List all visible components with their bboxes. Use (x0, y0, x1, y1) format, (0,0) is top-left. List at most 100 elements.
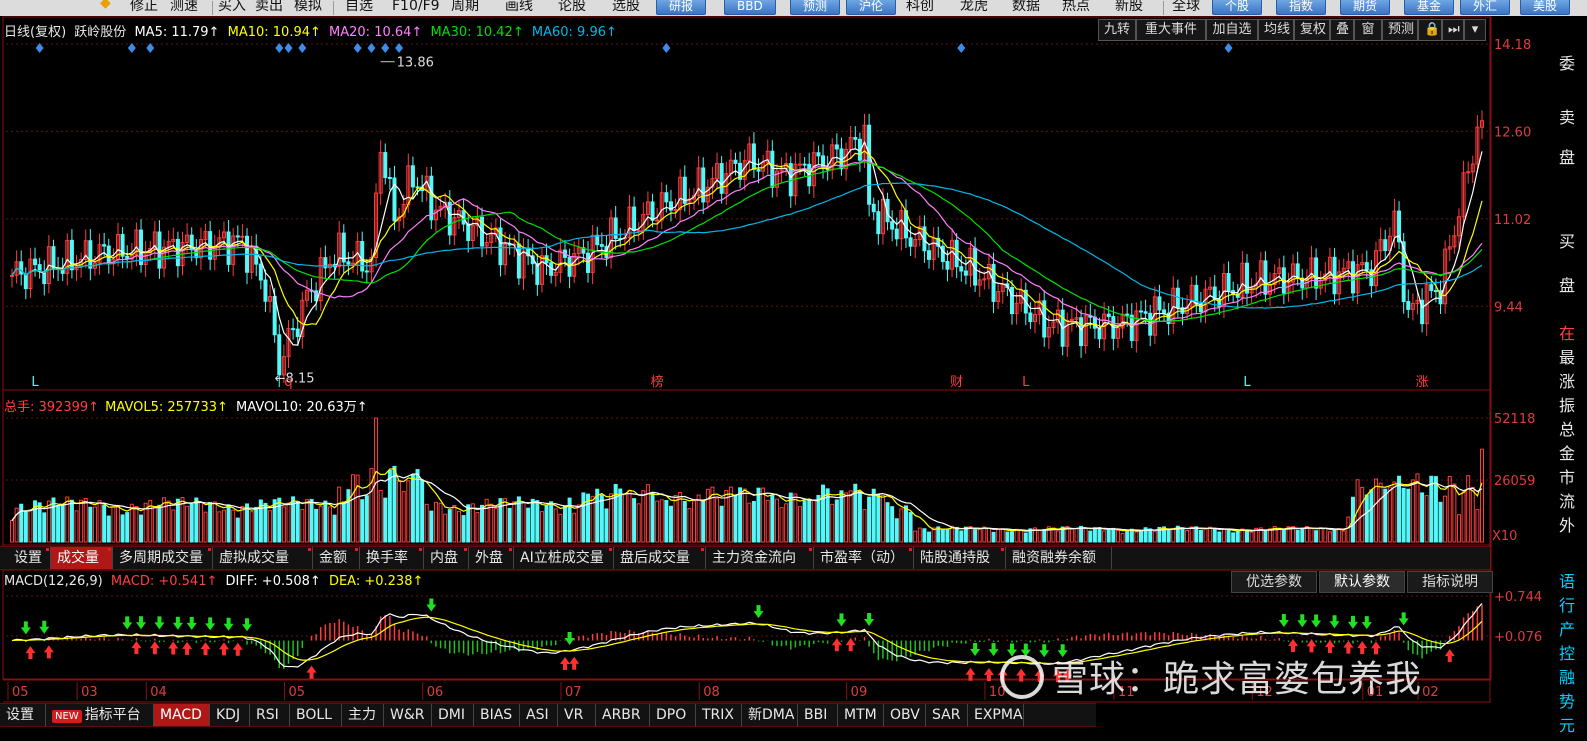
bottom-tab-16[interactable]: BBI (798, 704, 838, 726)
toolbar-item-11[interactable]: 全球 (1172, 0, 1200, 16)
chart-tool-button-5[interactable]: 叠 (1330, 19, 1354, 41)
indicator-tab-0[interactable]: 设置 (8, 547, 51, 569)
toolbar-item-extra-0[interactable]: 科创 (906, 0, 934, 16)
toolbar-blue-button-4[interactable]: 个股 (1212, 0, 1263, 15)
toolbar-item-9[interactable]: 论股 (558, 0, 586, 16)
bottom-tab-12[interactable]: ARBR (596, 704, 650, 726)
bottom-tab-3[interactable]: KDJ (210, 704, 250, 726)
bottom-tab-6[interactable]: 主力 (342, 704, 384, 726)
indicator-tab-9[interactable]: 盘后成交量 (614, 547, 706, 569)
bottom-tab-0[interactable]: 设置 (0, 704, 46, 726)
volume-bar (839, 490, 844, 543)
indicator-tab-label: 外盘 (475, 550, 503, 566)
toolbar-blue-button-1[interactable]: BBD (724, 0, 776, 15)
toolbar-item-2[interactable]: 买入 (218, 0, 246, 16)
new-badge: NEW (52, 710, 82, 723)
bottom-tab-9[interactable]: BIAS (474, 704, 520, 726)
param-button-1[interactable]: 默认参数 (1319, 571, 1405, 593)
volume-bar (51, 497, 56, 543)
indicator-tab-5[interactable]: 换手率 (360, 547, 424, 569)
toolbar-item-extra-2[interactable]: 数据 (1012, 0, 1040, 16)
indicator-tab-4[interactable]: 金额 (313, 547, 360, 569)
chart-tool-button-10[interactable]: ▾ (1464, 19, 1486, 41)
volume-bar (876, 494, 881, 543)
chart-tool-button-7[interactable]: 预测 (1382, 19, 1418, 41)
chart-tool-button-0[interactable]: 九转 (1098, 19, 1136, 41)
indicator-tab-2[interactable]: 多周期成交量 (113, 547, 213, 569)
volume-header: 总手: 392399↑ MAVOL5: 257733↑ MAVOL10: 20.… (4, 396, 368, 415)
toolbar-item-3[interactable]: 卖出 (255, 0, 283, 16)
toolbar-item-4[interactable]: 模拟 (294, 0, 322, 16)
indicator-tab-12[interactable]: 陆股通持股 (914, 547, 1006, 569)
param-button-2[interactable]: 指标说明 (1407, 571, 1493, 593)
mavol10-value: MAVOL10: 20.63万↑ (236, 400, 368, 415)
bottom-tab-1[interactable]: NEW 指标平台 (46, 704, 154, 726)
candle-body (1429, 284, 1434, 292)
chart-tool-button-8[interactable]: 🔒 (1418, 19, 1442, 41)
volume-bar (1180, 527, 1185, 543)
toolbar-item-extra-1[interactable]: 龙虎 (960, 0, 988, 16)
volume-bar (203, 511, 208, 543)
bottom-tab-5[interactable]: BOLL (290, 704, 342, 726)
toolbar-blue-button-6[interactable]: 期货 (1340, 0, 1391, 15)
volume-bar (1023, 532, 1028, 543)
indicator-tab-10[interactable]: 主力资金流向 (706, 547, 814, 569)
indicator-tab-label: 市盈率（动） (820, 550, 904, 566)
chart-tool-button-1[interactable]: 重大事件 (1136, 19, 1206, 41)
volume-bar (830, 503, 835, 543)
indicator-tab-3[interactable]: 虚拟成交量 (213, 547, 313, 569)
toolbar-item-1[interactable]: 测速 (170, 0, 198, 16)
bottom-tab-2[interactable]: MACD (154, 704, 210, 726)
toolbar-item-extra-4[interactable]: 新股 (1115, 0, 1143, 16)
bottom-tab-7[interactable]: W&R (384, 704, 432, 726)
indicator-tab-7[interactable]: 外盘 (469, 547, 514, 569)
indicator-tab-11[interactable]: 市盈率（动） (814, 547, 914, 569)
bottom-tab-10[interactable]: ASI (520, 704, 558, 726)
bottom-tab-20[interactable]: EXPMA (968, 704, 1024, 726)
indicator-tab-6[interactable]: 内盘 (424, 547, 469, 569)
toolbar-item-10[interactable]: 选股 (612, 0, 640, 16)
volume-bar (406, 480, 411, 543)
bottom-tab-14[interactable]: TRIX (696, 704, 742, 726)
month-label-2: 04 (150, 685, 167, 700)
toolbar-item-7[interactable]: 周期 (451, 0, 479, 16)
volume-bar (1323, 527, 1328, 543)
volume-bar (1401, 487, 1406, 543)
toolbar-item-0[interactable]: 修正 (130, 0, 158, 16)
chart-tool-button-3[interactable]: 均线 (1258, 19, 1294, 41)
bottom-tab-4[interactable]: RSI (250, 704, 290, 726)
chart-tool-button-4[interactable]: 复权 (1294, 19, 1330, 41)
volume-bar (549, 501, 554, 543)
indicator-tab-13[interactable]: 融资融券余额 (1006, 547, 1112, 569)
indicator-tab-1[interactable]: 成交量 (51, 547, 113, 569)
toolbar-item-8[interactable]: 画线 (505, 0, 533, 16)
volume-bar (986, 528, 991, 543)
toolbar-blue-button-2[interactable]: 预测 (790, 0, 841, 15)
bottom-tab-11[interactable]: VR (558, 704, 596, 726)
event-diamond-icon (127, 43, 136, 53)
bottom-tab-8[interactable]: DMI (432, 704, 474, 726)
chart-tool-button-6[interactable]: 窗 (1354, 19, 1382, 41)
toolbar-blue-button-3[interactable]: 沪伦 (846, 0, 897, 15)
toolbar-blue-button-7[interactable]: 基金 (1404, 0, 1455, 15)
toolbar-item-extra-3[interactable]: 热点 (1062, 0, 1090, 16)
bottom-tab-17[interactable]: MTM (838, 704, 884, 726)
chart-tool-button-2[interactable]: 加自选 (1206, 19, 1258, 41)
bottom-tab-18[interactable]: OBV (884, 704, 926, 726)
volume-bar (821, 484, 826, 543)
bottom-tab-13[interactable]: DPO (650, 704, 696, 726)
toolbar-blue-button-0[interactable]: 研报 (656, 0, 707, 15)
indicator-tab-8[interactable]: AI立桩成交量 (514, 547, 614, 569)
toolbar-item-6[interactable]: F10/F9 (392, 0, 440, 16)
stock-chart[interactable]: 14.18 12.60 11.02 9.44 13.86 ←8.15 L q 榜 财 L L 涨 5211… (0, 16, 1587, 741)
toolbar-blue-button-8[interactable]: 外汇 (1460, 0, 1511, 15)
diamond-icon[interactable]: ◆ (100, 0, 111, 13)
toolbar-blue-button-9[interactable]: 美股 (1520, 0, 1571, 15)
bottom-tab-19[interactable]: SAR (926, 704, 968, 726)
toolbar-blue-button-5[interactable]: 指数 (1276, 0, 1327, 15)
chart-tool-button-9[interactable]: ⏭ (1442, 19, 1464, 41)
param-button-0[interactable]: 优选参数 (1231, 571, 1317, 593)
bottom-tab-15[interactable]: 新DMA (742, 704, 798, 726)
toolbar-item-5[interactable]: 自选 (345, 0, 373, 16)
volume-bar (392, 465, 397, 543)
